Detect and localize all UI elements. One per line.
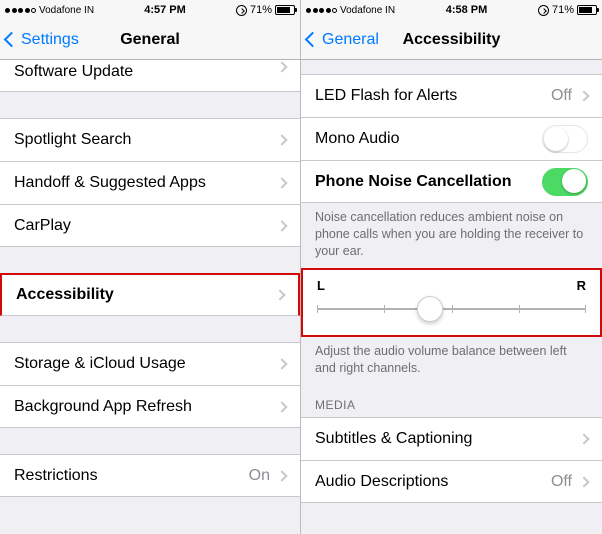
chevron-left-icon bbox=[4, 32, 20, 48]
accessibility-pane: Vodafone IN 4:58 PM 71% General Accessib… bbox=[301, 0, 602, 534]
chevron-right-icon bbox=[276, 220, 287, 231]
row-label: Storage & iCloud Usage bbox=[14, 355, 278, 373]
status-time: 4:57 PM bbox=[144, 4, 186, 16]
nav-bar: General Accessibility bbox=[301, 20, 602, 60]
chevron-right-icon bbox=[274, 289, 285, 300]
balance-slider[interactable] bbox=[317, 295, 586, 323]
battery-icon bbox=[577, 5, 597, 15]
row-label: Mono Audio bbox=[315, 130, 542, 148]
noise-footer: Noise cancellation reduces ambient noise… bbox=[301, 203, 602, 268]
status-bar: Vodafone IN 4:58 PM 71% bbox=[301, 0, 602, 20]
chevron-right-icon bbox=[578, 90, 589, 101]
signal-dots bbox=[5, 8, 36, 13]
row-spotlight-search[interactable]: Spotlight Search bbox=[0, 118, 300, 161]
slider-right-label: R bbox=[577, 278, 586, 293]
row-subtitles[interactable]: Subtitles & Captioning bbox=[301, 417, 602, 460]
row-label: Accessibility bbox=[16, 286, 276, 304]
slider-left-label: L bbox=[317, 278, 325, 293]
general-settings-pane: Vodafone IN 4:57 PM 71% Settings General… bbox=[0, 0, 301, 534]
battery-percent: 71% bbox=[250, 4, 272, 16]
slider-footer: Adjust the audio volume balance between … bbox=[301, 337, 602, 385]
noise-cancellation-toggle[interactable] bbox=[542, 168, 588, 196]
battery-percent: 71% bbox=[552, 4, 574, 16]
row-accessibility[interactable]: Accessibility bbox=[0, 273, 300, 316]
carrier-label: Vodafone IN bbox=[39, 5, 94, 16]
row-label: CarPlay bbox=[14, 217, 278, 235]
chevron-right-icon bbox=[578, 434, 589, 445]
back-button[interactable]: General bbox=[301, 31, 379, 49]
orientation-lock-icon bbox=[538, 5, 549, 16]
row-audio-descriptions[interactable]: Audio Descriptions Off bbox=[301, 460, 602, 503]
slider-knob[interactable] bbox=[417, 296, 443, 322]
battery-icon bbox=[275, 5, 295, 15]
row-noise-cancellation[interactable]: Phone Noise Cancellation bbox=[301, 160, 602, 203]
back-label: General bbox=[322, 31, 379, 49]
row-software-update[interactable]: Software Update bbox=[0, 60, 300, 92]
row-label: Background App Refresh bbox=[14, 398, 278, 416]
back-button[interactable]: Settings bbox=[0, 31, 79, 49]
row-label: Phone Noise Cancellation bbox=[315, 173, 542, 191]
balance-slider-box: L R bbox=[301, 268, 602, 337]
chevron-right-icon bbox=[276, 358, 287, 369]
row-label: Spotlight Search bbox=[14, 131, 278, 149]
chevron-right-icon bbox=[578, 476, 589, 487]
media-header: MEDIA bbox=[301, 384, 602, 417]
status-time: 4:58 PM bbox=[446, 4, 488, 16]
row-carplay[interactable]: CarPlay bbox=[0, 204, 300, 247]
status-bar: Vodafone IN 4:57 PM 71% bbox=[0, 0, 300, 20]
row-mono-audio[interactable]: Mono Audio bbox=[301, 117, 602, 160]
row-value: Off bbox=[551, 87, 572, 105]
row-label: Audio Descriptions bbox=[315, 473, 551, 491]
row-led-flash[interactable]: LED Flash for Alerts Off bbox=[301, 74, 602, 117]
chevron-right-icon bbox=[276, 177, 287, 188]
chevron-right-icon bbox=[276, 61, 287, 72]
row-value: On bbox=[249, 467, 270, 485]
row-label: Software Update bbox=[14, 63, 278, 81]
carrier-label: Vodafone IN bbox=[340, 5, 395, 16]
chevron-left-icon bbox=[305, 32, 321, 48]
orientation-lock-icon bbox=[236, 5, 247, 16]
row-value: Off bbox=[551, 473, 572, 491]
row-background-refresh[interactable]: Background App Refresh bbox=[0, 385, 300, 428]
signal-dots bbox=[306, 8, 337, 13]
row-label: Subtitles & Captioning bbox=[315, 430, 580, 448]
row-label: Handoff & Suggested Apps bbox=[14, 174, 278, 192]
row-storage[interactable]: Storage & iCloud Usage bbox=[0, 342, 300, 385]
row-handoff[interactable]: Handoff & Suggested Apps bbox=[0, 161, 300, 204]
mono-audio-toggle[interactable] bbox=[542, 125, 588, 153]
row-label: Restrictions bbox=[14, 467, 249, 485]
back-label: Settings bbox=[21, 31, 79, 49]
row-restrictions[interactable]: Restrictions On bbox=[0, 454, 300, 497]
chevron-right-icon bbox=[276, 470, 287, 481]
row-label: LED Flash for Alerts bbox=[315, 87, 551, 105]
chevron-right-icon bbox=[276, 134, 287, 145]
nav-bar: Settings General bbox=[0, 20, 300, 60]
chevron-right-icon bbox=[276, 401, 287, 412]
